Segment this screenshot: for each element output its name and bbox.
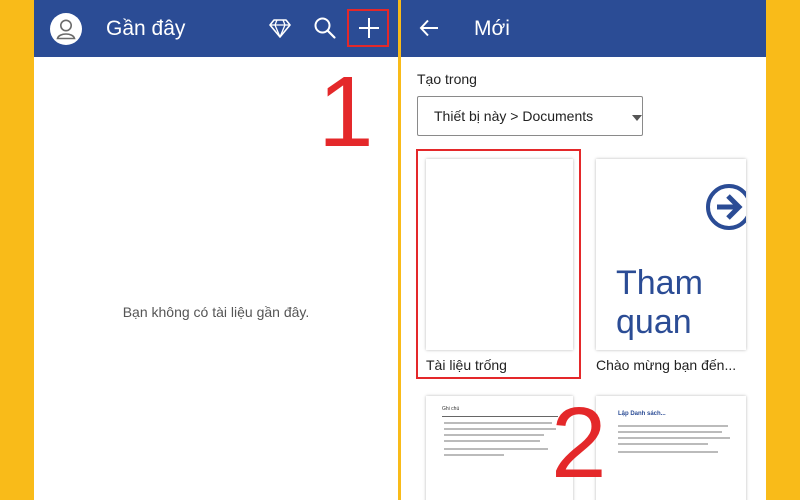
empty-state-message: Bạn không có tài liệu gần đây. [122,304,310,320]
recent-appbar: Gần đây [34,0,398,57]
welcome-template-thumbnail[interactable]: Tham quan [596,159,746,350]
arrow-right-circle-icon [706,184,746,230]
recent-panel: Gần đây 1 Bạn không có tài liệu gần đây. [34,0,398,500]
notes-thumbnail-title: Ghi chú [442,406,460,412]
location-value: Thiết bị này > Documents [434,108,594,124]
location-dropdown[interactable]: Thiết bị này > Documents [417,96,643,136]
thumbnail-text-line [618,451,718,453]
thumbnail-text-line [618,443,708,445]
welcome-thumbnail-text: Tham quan [616,264,703,341]
create-in-label: Tạo trong [417,71,477,87]
list-template-thumbnail[interactable]: Lập Danh sách... [596,396,746,500]
page-title: Gần đây [106,17,186,40]
thumbnail-text-line [444,434,544,436]
welcome-template-label[interactable]: Chào mừng bạn đến... [596,357,736,373]
dropdown-caret-icon [632,115,642,121]
blank-document-highlight [416,149,581,379]
thumbnail-text-line [444,440,540,442]
list-thumbnail-title: Lập Danh sách... [618,411,666,417]
step-2-marker: 2 [551,387,607,499]
thumbnail-text-line [444,422,552,424]
back-arrow-icon[interactable] [418,17,440,39]
thumbnail-text-line [618,425,728,427]
diamond-icon[interactable] [269,17,291,39]
page-title: Mới [474,17,510,40]
thumbnail-text-line [444,454,504,456]
thumbnail-text-line [618,437,730,439]
thumbnail-text-line [618,431,722,433]
thumbnail-rule [442,416,558,417]
new-appbar: Mới [401,0,766,57]
new-button-highlight [347,9,389,47]
new-panel: Mới Tạo trong Thiết bị này > Documents T… [401,0,766,500]
thumbnail-text-line [444,428,556,430]
avatar-icon[interactable] [50,13,82,45]
step-1-marker: 1 [318,56,374,168]
search-icon[interactable] [313,16,337,40]
thumbnail-text-line [444,448,548,450]
